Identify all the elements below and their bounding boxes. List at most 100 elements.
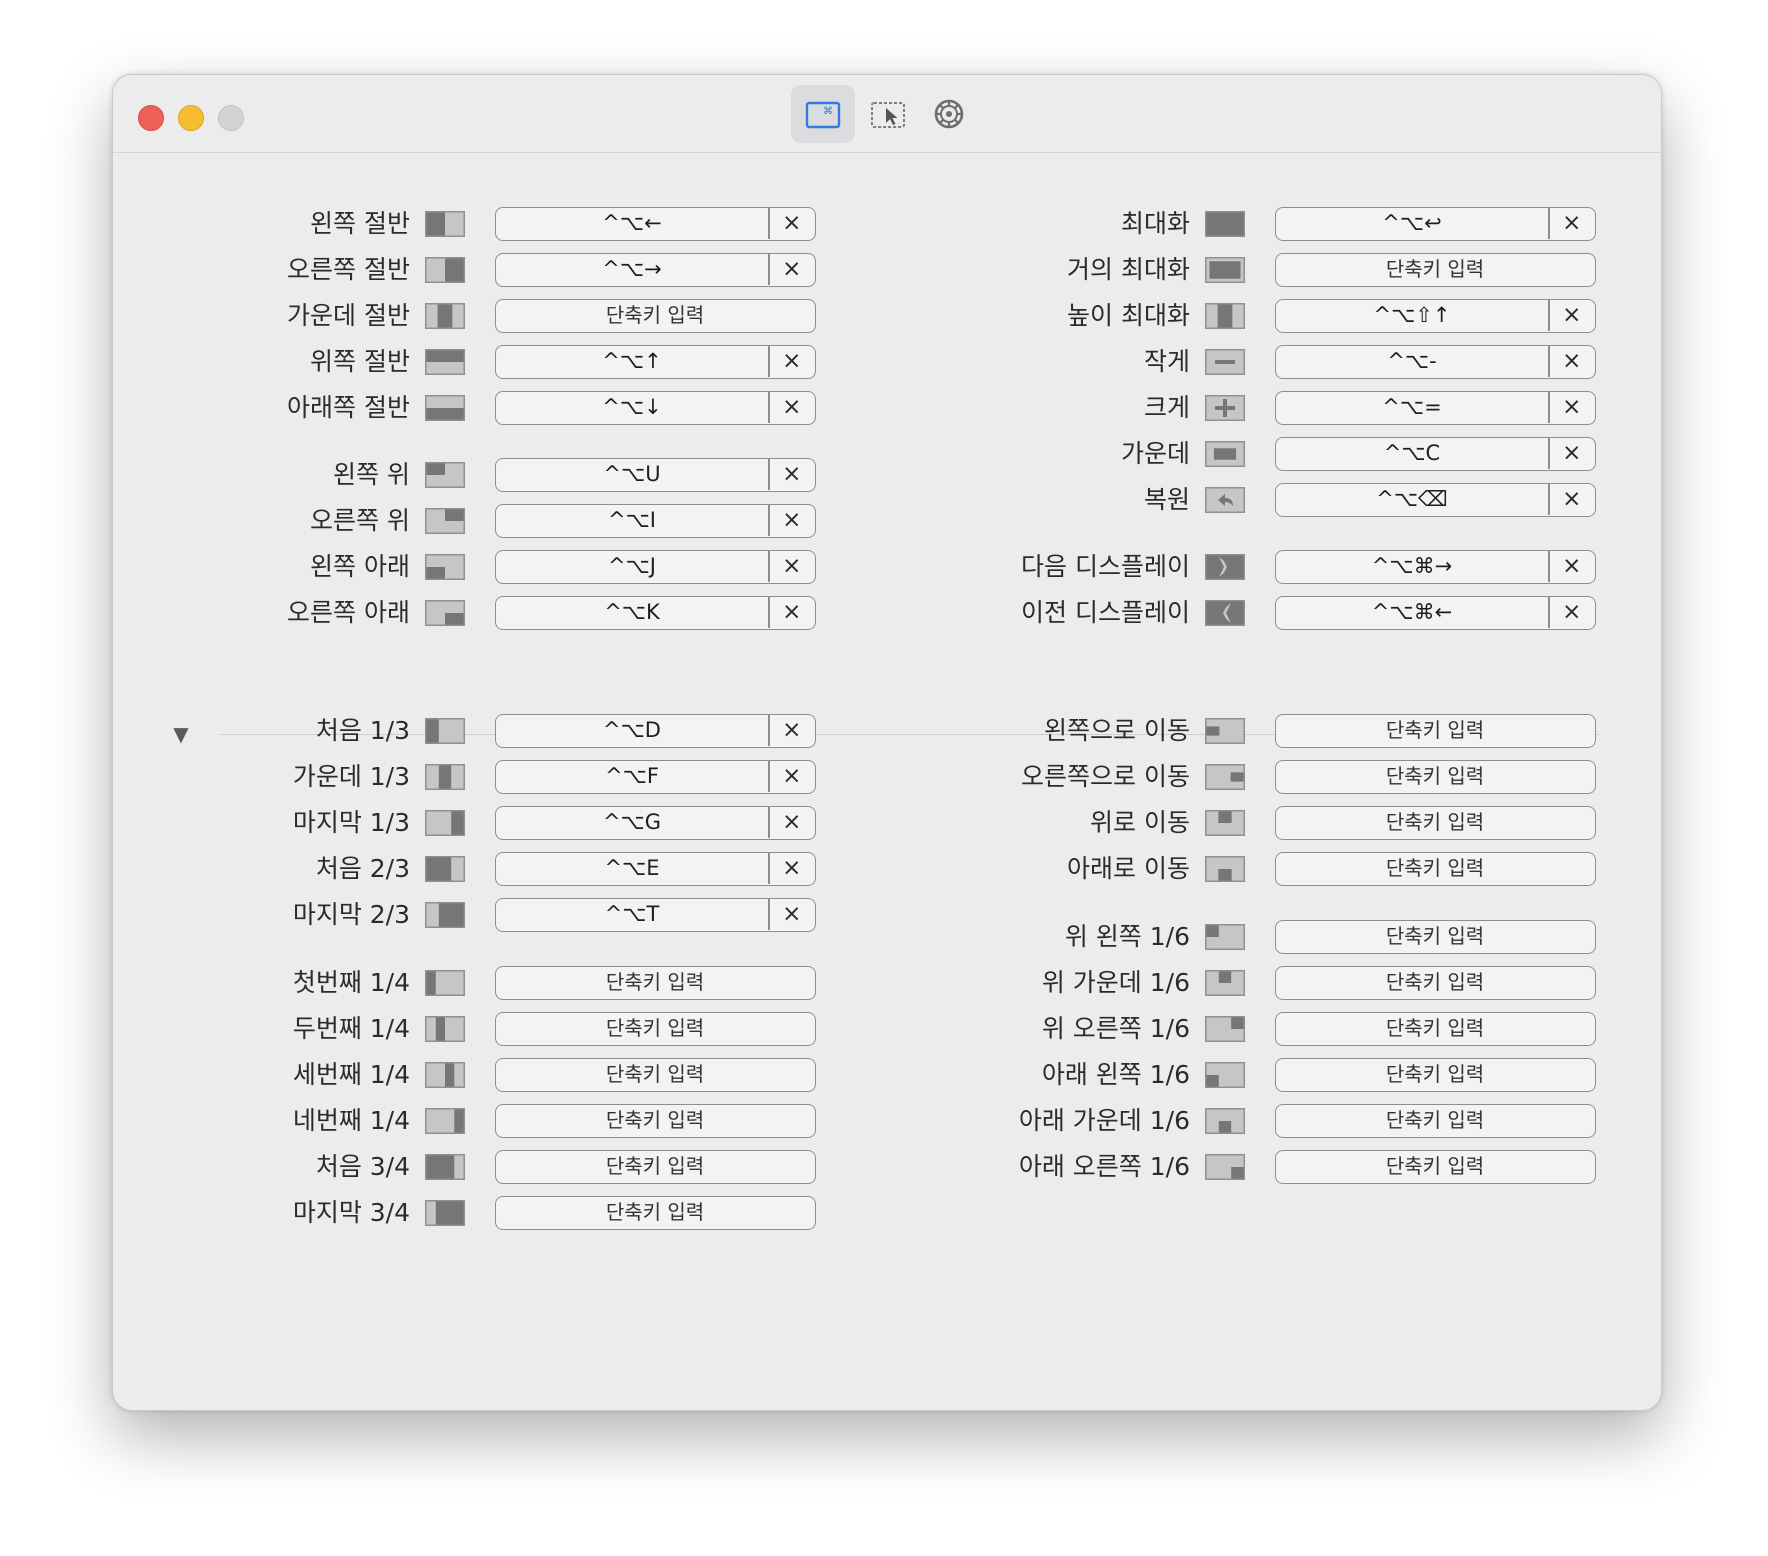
shortcut-field-third-fourth[interactable]: 단축키 입력: [495, 1058, 816, 1092]
shortcut-field-bottom-center-sixth[interactable]: 단축키 입력: [1275, 1104, 1596, 1138]
label-last-third: 마지막 1/3: [292, 808, 410, 837]
shortcut-value: ^⌥U: [603, 462, 661, 486]
keyboard-shortcuts-tab-icon: ⌘: [805, 101, 841, 129]
label-bottom-center-sixth: 아래 가운데 1/6: [1018, 1106, 1190, 1135]
shortcut-field-bottom-left-sixth[interactable]: 단축키 입력: [1275, 1058, 1596, 1092]
center-icon: [1205, 441, 1245, 467]
toolbar-tab-snap-areas[interactable]: [856, 85, 920, 143]
shortcut-field-top-right[interactable]: ^⌥I ×: [495, 504, 816, 538]
label-first-third: 처음 1/3: [315, 716, 410, 745]
second-fourth-icon: [425, 1016, 465, 1042]
clear-shortcut-button[interactable]: ×: [1550, 300, 1595, 331]
fourth-fourth-icon: [425, 1108, 465, 1134]
label-top-right: 오른쪽 위: [310, 506, 410, 535]
shortcut-field-bottom-left[interactable]: ^⌥J ×: [495, 550, 816, 584]
shortcut-placeholder: 단축키 입력: [1385, 257, 1485, 281]
toolbar-tab-keyboard-shortcuts[interactable]: ⌘: [791, 85, 855, 143]
shortcut-value: ^⌥D: [603, 718, 661, 742]
shortcut-field-move-down[interactable]: 단축키 입력: [1275, 852, 1596, 886]
shortcut-value: ^⌥→: [602, 257, 662, 281]
label-center: 가운데: [1120, 439, 1190, 468]
maximize-height-icon: [1205, 303, 1245, 329]
move-up-icon: [1205, 810, 1245, 836]
label-third-fourth: 세번째 1/4: [292, 1060, 410, 1089]
top-center-sixth-icon: [1205, 970, 1245, 996]
shortcut-field-fourth-fourth[interactable]: 단축키 입력: [495, 1104, 816, 1138]
shortcut-field-smaller[interactable]: ^⌥- ×: [1275, 345, 1596, 379]
close-window-button[interactable]: [138, 105, 164, 131]
zoom-window-button[interactable]: [218, 105, 244, 131]
top-right-icon: [425, 508, 465, 534]
shortcut-value: ^⌥E: [604, 856, 660, 880]
shortcut-field-move-right[interactable]: 단축키 입력: [1275, 760, 1596, 794]
shortcut-value: ^⌥↩: [1382, 211, 1442, 235]
shortcut-field-center-half[interactable]: 단축키 입력: [495, 299, 816, 333]
label-first-three-fourths: 처음 3/4: [315, 1152, 410, 1181]
label-maximize-height: 높이 최대화: [1067, 301, 1190, 330]
label-maximize: 최대화: [1120, 209, 1190, 238]
shortcut-field-last-third[interactable]: ^⌥G ×: [495, 806, 816, 840]
shortcut-field-almost-maximize[interactable]: 단축키 입력: [1275, 253, 1596, 287]
clear-shortcut-button[interactable]: ×: [1550, 597, 1595, 628]
shortcut-field-bottom-right-sixth[interactable]: 단축키 입력: [1275, 1150, 1596, 1184]
label-last-three-fourths: 마지막 3/4: [292, 1198, 410, 1227]
move-down-icon: [1205, 856, 1245, 882]
shortcut-value: ^⌥F: [605, 764, 659, 788]
shortcut-field-top-center-sixth[interactable]: 단축키 입력: [1275, 966, 1596, 1000]
shortcut-placeholder: 단축키 입력: [1385, 1154, 1485, 1178]
shortcut-value: ^⌥J: [608, 554, 656, 578]
first-fourth-icon: [425, 970, 465, 996]
label-bottom-right: 오른쪽 아래: [287, 598, 410, 627]
shortcut-value: ^⌥I: [608, 508, 656, 532]
clear-shortcut-button[interactable]: ×: [1550, 551, 1595, 582]
shortcut-field-restore[interactable]: ^⌥⌫ ×: [1275, 483, 1596, 517]
shortcut-field-top-half[interactable]: ^⌥↑ ×: [495, 345, 816, 379]
shortcut-field-last-three-fourths[interactable]: 단축키 입력: [495, 1196, 816, 1230]
shortcut-field-top-right-sixth[interactable]: 단축키 입력: [1275, 1012, 1596, 1046]
bottom-left-icon: [425, 554, 465, 580]
shortcut-field-maximize-height[interactable]: ^⌥⇧↑ ×: [1275, 299, 1596, 333]
label-center-half: 가운데 절반: [287, 301, 410, 330]
clear-shortcut-button[interactable]: ×: [1550, 392, 1595, 423]
shortcut-field-maximize[interactable]: ^⌥↩ ×: [1275, 207, 1596, 241]
shortcut-field-previous-display[interactable]: ^⌥⌘← ×: [1275, 596, 1596, 630]
shortcut-placeholder: 단축키 입력: [605, 1062, 705, 1086]
shortcut-field-left-half[interactable]: ^⌥← ×: [495, 207, 816, 241]
shortcut-field-right-half[interactable]: ^⌥→ ×: [495, 253, 816, 287]
shortcut-field-center[interactable]: ^⌥C ×: [1275, 437, 1596, 471]
shortcut-field-move-up[interactable]: 단축키 입력: [1275, 806, 1596, 840]
shortcut-field-larger[interactable]: ^⌥= ×: [1275, 391, 1596, 425]
shortcut-field-move-left[interactable]: 단축키 입력: [1275, 714, 1596, 748]
shortcut-field-first-fourth[interactable]: 단축키 입력: [495, 966, 816, 1000]
shortcut-value: ^⌥⌘←: [1371, 600, 1453, 624]
minimize-window-button[interactable]: [178, 105, 204, 131]
last-third-icon: [425, 810, 465, 836]
shortcut-field-top-left[interactable]: ^⌥U ×: [495, 458, 816, 492]
shortcut-field-bottom-right[interactable]: ^⌥K ×: [495, 596, 816, 630]
clear-shortcut-button[interactable]: ×: [1550, 208, 1595, 239]
clear-shortcut-button[interactable]: ×: [1550, 484, 1595, 515]
label-top-center-sixth: 위 가운데 1/6: [1041, 968, 1190, 997]
shortcut-field-first-third[interactable]: ^⌥D ×: [495, 714, 816, 748]
shortcut-field-last-two-thirds[interactable]: ^⌥T ×: [495, 898, 816, 932]
center-third-icon: [425, 764, 465, 790]
shortcut-field-first-three-fourths[interactable]: 단축키 입력: [495, 1150, 816, 1184]
shortcut-field-center-third[interactable]: ^⌥F ×: [495, 760, 816, 794]
shortcut-value: ^⌥⇧↑: [1373, 303, 1451, 327]
shortcut-value: ^⌥C: [1383, 441, 1441, 465]
title-bar: ⌘: [113, 75, 1661, 153]
toolbar-tab-settings[interactable]: [917, 85, 981, 143]
shortcut-field-second-fourth[interactable]: 단축키 입력: [495, 1012, 816, 1046]
shortcut-field-bottom-half[interactable]: ^⌥↓ ×: [495, 391, 816, 425]
label-almost-maximize: 거의 최대화: [1067, 255, 1190, 284]
bottom-right-icon: [425, 600, 465, 626]
shortcut-value: ^⌥↓: [602, 395, 662, 419]
shortcut-field-next-display[interactable]: ^⌥⌘→ ×: [1275, 550, 1596, 584]
shortcut-field-top-left-sixth[interactable]: 단축키 입력: [1275, 920, 1596, 954]
shortcut-field-first-two-thirds[interactable]: ^⌥E ×: [495, 852, 816, 886]
label-fourth-fourth: 네번째 1/4: [292, 1106, 410, 1135]
center-half-icon: [425, 303, 465, 329]
label-top-right-sixth: 위 오른쪽 1/6: [1041, 1014, 1190, 1043]
clear-shortcut-button[interactable]: ×: [1550, 438, 1595, 469]
clear-shortcut-button[interactable]: ×: [1550, 346, 1595, 377]
